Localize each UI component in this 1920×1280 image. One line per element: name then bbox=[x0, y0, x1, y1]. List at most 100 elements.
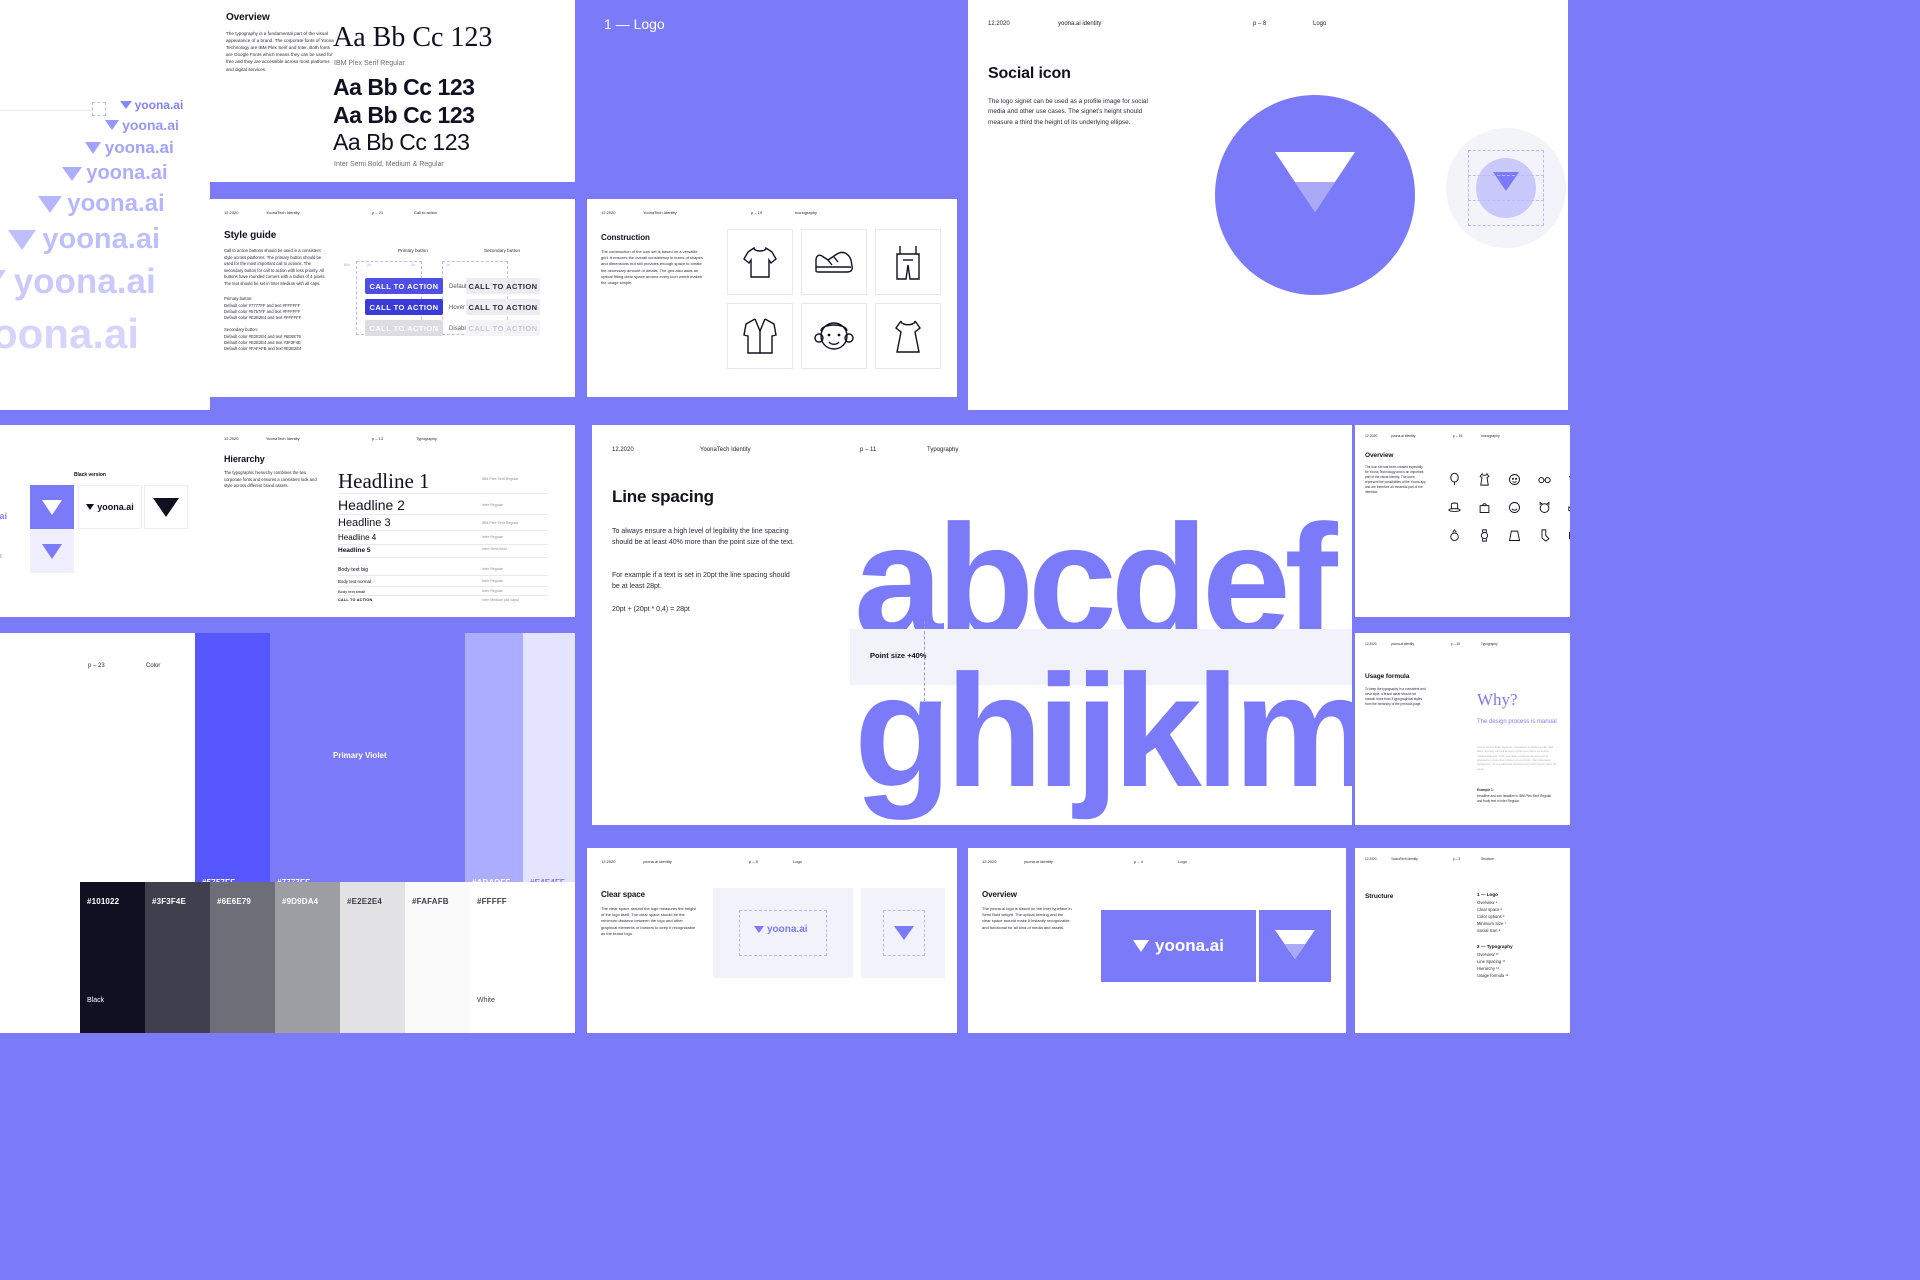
header-date: 12.2020 bbox=[224, 210, 239, 215]
header-identity: yoona.ai identity bbox=[643, 859, 672, 864]
brand-guideline-board: yoona.ai yoona.ai yoona.ai yoona.ai yoon… bbox=[0, 0, 1920, 1280]
guide-box bbox=[92, 102, 106, 116]
structure-item[interactable]: Color options ⁶ bbox=[1477, 914, 1505, 919]
logo-wordmark: yoona.ai bbox=[97, 502, 134, 512]
structure-item[interactable]: Overview ⁴ bbox=[1477, 900, 1497, 905]
clear-space-body: The clear space around the logo measures… bbox=[601, 906, 696, 936]
swatch-hex-label: #6E6E79 bbox=[217, 897, 252, 906]
measure-label: 60x bbox=[344, 263, 350, 267]
logo-triangle-icon bbox=[894, 926, 914, 940]
structure-item[interactable]: Hierarchy ¹³ bbox=[1477, 966, 1499, 971]
hierarchy-sample: Body text big bbox=[338, 567, 368, 573]
black-version-card: Black version yoona.ai a.ai .ai bbox=[0, 425, 210, 617]
face-icon bbox=[1501, 467, 1527, 491]
girl-face-icon bbox=[801, 303, 867, 369]
structure-item[interactable]: Line Spacing ¹¹ bbox=[1477, 959, 1505, 964]
cta-primary-hover-button[interactable]: CALL TO ACTION bbox=[365, 299, 443, 315]
hierarchy-sample: Body text normal bbox=[338, 579, 371, 584]
header-page: p – 19 bbox=[751, 210, 763, 215]
page-title: Style guide bbox=[224, 230, 277, 241]
cta-secondary-hover-button[interactable]: CALL TO ACTION bbox=[466, 299, 540, 315]
logo-triangle-icon bbox=[120, 101, 132, 109]
header-section: Iconography bbox=[1481, 434, 1500, 438]
secondary-button-line: Default color #FAFAFB and text #E2E2E4 bbox=[224, 346, 302, 351]
shoe-icon bbox=[1561, 495, 1570, 519]
logo-swatch-violet bbox=[30, 485, 74, 529]
swatch-hex-label: #E2E2E4 bbox=[347, 897, 382, 906]
divider bbox=[338, 586, 548, 587]
state-label-hover: Hover bbox=[449, 305, 466, 311]
bow-icon bbox=[1561, 523, 1570, 547]
logo-triangle-shadow-icon bbox=[1285, 944, 1305, 959]
primary-violet-label: Primary Violet bbox=[333, 751, 387, 760]
swatch-gray-101022: #101022 Black bbox=[80, 882, 145, 1033]
structure-item[interactable]: Overview ¹⁰ bbox=[1477, 952, 1499, 957]
social-icon-card: 12.2020 yoona.ai identity p – 8 Logo Soc… bbox=[968, 0, 1568, 410]
header-page: p – 23 bbox=[88, 663, 105, 669]
specimen-sans-label: Inter Semi Bold, Medium & Regular bbox=[334, 161, 444, 168]
logo-triangle-icon bbox=[85, 142, 101, 154]
hierarchy-font-label: IBM Plex Serif Regular bbox=[482, 477, 519, 481]
divider bbox=[338, 595, 548, 596]
page-title: Overview bbox=[982, 890, 1017, 899]
specimen-serif: Aa Bb Cc 123 bbox=[333, 22, 493, 53]
list-item: oona.ai bbox=[0, 310, 139, 358]
filler-text: Lorem ipsum dolor sit amet, consetetur s… bbox=[1477, 745, 1557, 771]
header-page: p – 15 bbox=[1451, 642, 1460, 646]
structure-item[interactable]: Minimum Size ⁷ bbox=[1477, 921, 1506, 926]
logo-overview-body: The yoona.ai logo is based on the Inter … bbox=[982, 906, 1072, 930]
header-section: Typography bbox=[927, 447, 959, 453]
structure-item[interactable]: Usage formula ¹⁵ bbox=[1477, 973, 1509, 978]
divider bbox=[338, 575, 548, 576]
header-page: p – 3 bbox=[1453, 857, 1461, 861]
style-guide-card: 12.2020 YoonaTech Identity p – 21 Call t… bbox=[210, 199, 575, 397]
cta-label: CALL TO ACTION bbox=[468, 302, 538, 312]
section-title: 1 — Logo bbox=[604, 16, 665, 32]
logo-wordmark: yoona.ai bbox=[104, 138, 174, 157]
logo-wordmark: yoona.ai bbox=[86, 162, 168, 184]
structure-item[interactable]: Social Icon ⁸ bbox=[1477, 928, 1500, 933]
icon-overview-grid bbox=[1441, 467, 1570, 547]
list-item: yoona.ai bbox=[62, 162, 168, 185]
cta-label: CALL TO ACTION bbox=[468, 281, 538, 291]
logo-swatch-white bbox=[30, 529, 74, 573]
specimen-sans-medium: Aa Bb Cc 123 bbox=[333, 102, 475, 128]
coat-icon bbox=[727, 303, 793, 369]
signet-triangle-shadow-icon bbox=[1295, 182, 1335, 212]
swatch-white-FFFFF: #FFFFF White bbox=[470, 882, 575, 1033]
logo-triangle-icon bbox=[42, 543, 62, 559]
hierarchy-sample: Headline 2 bbox=[338, 497, 405, 513]
cta-secondary-default-button[interactable]: CALL TO ACTION bbox=[466, 278, 540, 294]
cta-secondary-disabled-button: CALL TO ACTION bbox=[466, 320, 540, 336]
page-title: Construction bbox=[601, 233, 650, 242]
white-label: White bbox=[477, 997, 495, 1004]
specimen-serif-label: IBM Plex Serif Regular bbox=[334, 60, 405, 67]
logo-wordmark: yoona.ai bbox=[67, 190, 165, 217]
line-spacing-body-2: For example if a text is set in 20pt the… bbox=[612, 572, 790, 591]
page-title: Usage formula bbox=[1365, 673, 1410, 680]
divider bbox=[338, 557, 548, 558]
structure-item[interactable]: Clear space ⁵ bbox=[1477, 907, 1502, 912]
icon-overview-body: The icon set has been created especially… bbox=[1365, 465, 1426, 494]
header-identity: YoonaTech Identity bbox=[1391, 857, 1418, 861]
page-title: Black version bbox=[74, 472, 106, 478]
header-section: Logo bbox=[1313, 21, 1327, 27]
sock-icon bbox=[1531, 523, 1557, 547]
slide-header: 12.2020 yoona.ai identity p – 8 Logo bbox=[988, 21, 1326, 27]
skirt-icon bbox=[1501, 523, 1527, 547]
logo-wordmark: yoona.ai bbox=[767, 924, 808, 935]
hierarchy-font-label: Inter Medium (All caps) bbox=[482, 598, 519, 602]
page-title: Overview bbox=[1365, 452, 1394, 459]
cta-primary-default-button[interactable]: CALL TO ACTION bbox=[365, 278, 443, 294]
hierarchy-font-label: IBM Plex Serif Regular bbox=[482, 521, 519, 525]
divider bbox=[338, 493, 548, 494]
slide-header: 12.2020 YoonaTech Identity p – 19 Iconog… bbox=[601, 210, 817, 215]
watch-icon bbox=[1471, 523, 1497, 547]
hierarchy-sample: Body text small bbox=[338, 589, 366, 594]
hierarchy-font-label: Inter Semi Bold bbox=[482, 547, 507, 551]
header-identity: YoonaTech Identity bbox=[266, 210, 300, 215]
logo-gradient-stack-card: yoona.ai yoona.ai yoona.ai yoona.ai yoon… bbox=[0, 0, 210, 410]
primary-button-column-label: Primary button bbox=[398, 248, 428, 253]
primary-button-heading: Primary button: bbox=[224, 296, 253, 301]
list-item: yoona.ai bbox=[8, 223, 160, 256]
